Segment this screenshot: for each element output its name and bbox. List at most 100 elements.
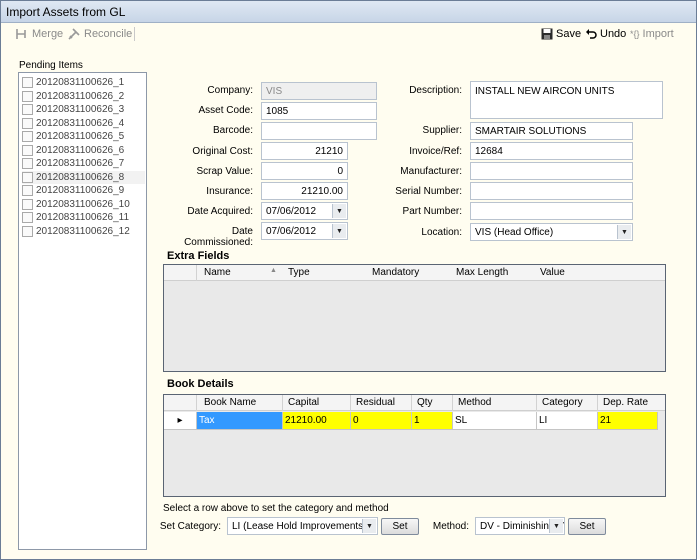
list-item[interactable]: 20120831100626_7 <box>22 157 145 170</box>
method-select[interactable]: DV - Diminishing V ▼ <box>475 517 565 535</box>
company-field[interactable]: VIS <box>261 82 377 100</box>
reconcile-label: Reconcile <box>84 28 133 40</box>
list-item-label: 20120831100626_7 <box>36 158 125 169</box>
date-commissioned-value: 07/06/2012 <box>266 226 317 237</box>
list-item[interactable]: 20120831100626_3 <box>22 103 145 116</box>
supplier-label: Supplier: <box>422 125 462 136</box>
manufacturer-field[interactable] <box>470 162 633 180</box>
list-item[interactable]: 20120831100626_9 <box>22 184 145 197</box>
import-button[interactable]: *{} Import <box>630 26 674 42</box>
company-label: Company: <box>207 85 253 96</box>
list-item[interactable]: 20120831100626_10 <box>22 198 145 211</box>
list-item[interactable]: 20120831100626_12 <box>22 225 145 238</box>
merge-label: Merge <box>32 28 64 40</box>
set-category-label: Set Category: <box>159 521 221 532</box>
set-category-button[interactable]: Set <box>381 518 419 535</box>
undo-label: Undo <box>600 28 627 40</box>
col-qty[interactable]: Qty <box>417 397 433 408</box>
category-select-value: LI (Lease Hold Improvements) <box>232 521 367 532</box>
invoice-field[interactable]: 12684 <box>470 142 633 160</box>
checkbox[interactable] <box>22 104 33 115</box>
capital-cell[interactable]: 21210.00 <box>283 412 351 430</box>
col-mandatory[interactable]: Mandatory <box>372 267 419 278</box>
chevron-down-icon[interactable]: ▼ <box>362 519 376 533</box>
supplier-field[interactable]: SMARTAIR SOLUTIONS <box>470 122 633 140</box>
set-method-button[interactable]: Set <box>568 518 606 535</box>
list-item[interactable]: 20120831100626_6 <box>22 144 145 157</box>
col-book-name[interactable]: Book Name <box>204 397 256 408</box>
chevron-down-icon[interactable]: ▼ <box>549 519 563 533</box>
list-item-label: 20120831100626_9 <box>36 185 125 196</box>
list-item[interactable]: 20120831100626_1 <box>22 76 145 89</box>
list-item[interactable]: 20120831100626_8 <box>22 170 145 184</box>
list-item[interactable]: 20120831100626_4 <box>22 117 145 130</box>
checkbox[interactable] <box>22 144 33 156</box>
date-acquired-picker[interactable]: 07/06/2012 ▼ <box>261 202 348 220</box>
save-button[interactable]: Save <box>541 26 581 42</box>
part-number-field[interactable] <box>470 202 633 220</box>
title-bar: Import Assets from GL <box>1 1 696 23</box>
save-icon <box>541 28 553 40</box>
col-capital[interactable]: Capital <box>288 397 319 408</box>
checkbox[interactable] <box>22 225 33 237</box>
col-dep-rate[interactable]: Dep. Rate <box>603 397 648 408</box>
checkbox[interactable] <box>22 198 33 210</box>
serial-number-label: Serial Number: <box>395 186 462 197</box>
checkbox[interactable] <box>22 77 33 88</box>
method-cell[interactable]: SL <box>453 412 537 430</box>
checkbox[interactable] <box>22 131 33 142</box>
book-details-title: Book Details <box>167 378 234 390</box>
description-field[interactable]: INSTALL NEW AIRCON UNITS <box>470 81 663 119</box>
original-cost-field[interactable]: 21210 <box>261 142 348 160</box>
original-cost-label: Original Cost: <box>192 146 253 157</box>
location-select[interactable]: VIS (Head Office) ▼ <box>470 223 633 241</box>
checkbox[interactable] <box>22 158 33 169</box>
extra-fields-grid[interactable]: Name ▲ Type Mandatory Max Length Value <box>163 264 666 372</box>
checkbox[interactable] <box>22 185 33 196</box>
qty-cell[interactable]: 1 <box>412 412 453 430</box>
part-number-label: Part Number: <box>402 206 462 217</box>
col-max-length[interactable]: Max Length <box>456 267 508 278</box>
category-select[interactable]: LI (Lease Hold Improvements) ▼ <box>227 517 378 535</box>
category-method-hint: Select a row above to set the category a… <box>163 503 389 514</box>
dep-rate-cell[interactable]: 21 <box>598 412 658 430</box>
date-acquired-value: 07/06/2012 <box>266 206 317 217</box>
checkbox[interactable] <box>22 212 33 223</box>
col-category[interactable]: Category <box>542 397 583 408</box>
list-item-label: 20120831100626_12 <box>36 225 130 237</box>
list-item[interactable]: 20120831100626_11 <box>22 211 145 224</box>
table-row[interactable]: ▸ Tax 21210.00 0 1 SL LI 21 <box>164 412 665 430</box>
list-item-label: 20120831100626_3 <box>36 104 125 115</box>
reconcile-button[interactable]: Reconcile <box>67 26 132 42</box>
list-item[interactable]: 20120831100626_2 <box>22 90 145 103</box>
insurance-field[interactable]: 21210.00 <box>261 182 348 200</box>
barcode-field[interactable] <box>261 122 377 140</box>
merge-button[interactable]: Merge <box>15 26 63 42</box>
col-name[interactable]: Name <box>204 267 231 278</box>
col-residual[interactable]: Residual <box>356 397 395 408</box>
checkbox[interactable] <box>22 90 33 102</box>
barcode-label: Barcode: <box>212 125 253 136</box>
checkbox[interactable] <box>22 171 33 183</box>
chevron-down-icon[interactable]: ▼ <box>332 204 346 218</box>
book-name-cell[interactable]: Tax <box>197 412 283 430</box>
scrap-value-field[interactable]: 0 <box>261 162 348 180</box>
list-item[interactable]: 20120831100626_5 <box>22 130 145 143</box>
reconcile-icon <box>68 28 80 40</box>
list-item-label: 20120831100626_4 <box>36 117 125 129</box>
col-value[interactable]: Value <box>540 267 565 278</box>
checkbox[interactable] <box>22 117 33 129</box>
serial-number-field[interactable] <box>470 182 633 200</box>
date-commissioned-picker[interactable]: 07/06/2012 ▼ <box>261 222 348 240</box>
pending-items-list[interactable]: 20120831100626_1 20120831100626_2 20120831… <box>18 72 147 550</box>
col-method[interactable]: Method <box>458 397 491 408</box>
residual-cell[interactable]: 0 <box>351 412 412 430</box>
chevron-down-icon[interactable]: ▼ <box>332 224 346 238</box>
col-type[interactable]: Type <box>288 267 310 278</box>
category-cell[interactable]: LI <box>537 412 598 430</box>
asset-code-field[interactable]: 1085 <box>261 102 377 120</box>
undo-button[interactable]: Undo <box>585 26 626 42</box>
book-details-grid[interactable]: Book Name Capital Residual Qty Method Ca… <box>163 394 666 497</box>
chevron-down-icon[interactable]: ▼ <box>617 225 631 239</box>
row-selector-icon[interactable]: ▸ <box>164 412 197 430</box>
